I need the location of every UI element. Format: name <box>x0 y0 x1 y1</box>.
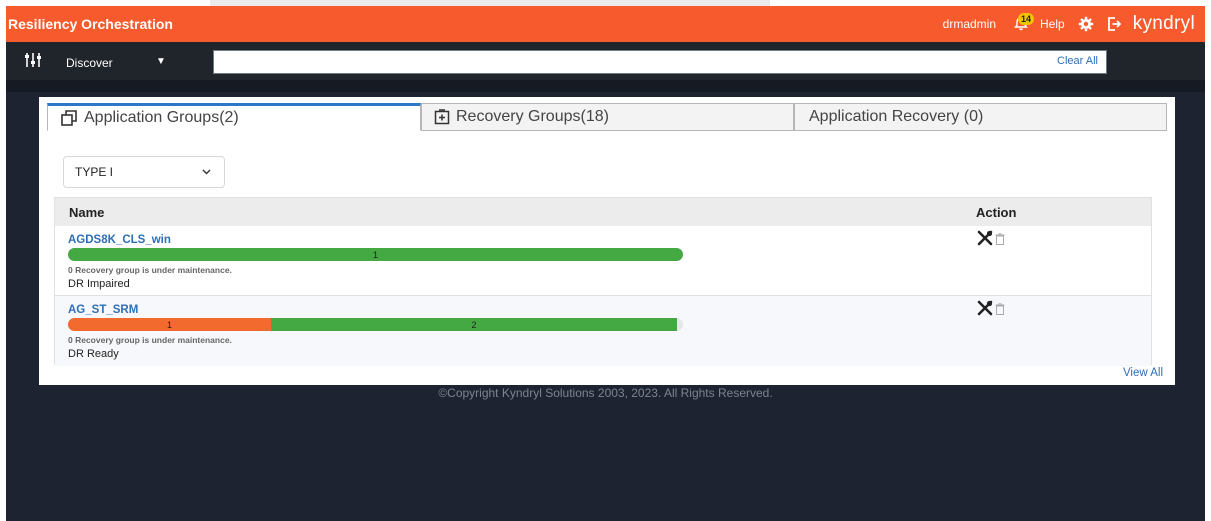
dr-status: DR Impaired <box>68 278 130 290</box>
notifications-button[interactable]: 14 <box>1010 13 1035 35</box>
type-select-value: TYPE I <box>75 165 114 179</box>
search-filter-input[interactable]: Clear All <box>213 50 1107 74</box>
app-window: Resiliency Orchestration drmadmin 14 Hel… <box>6 6 1205 521</box>
groups-table: Name Action AGDS8K_CLS_win 1 0 Recovery … <box>54 197 1152 366</box>
row-actions <box>977 300 1005 321</box>
bar-segment-green[interactable]: 2 <box>271 318 677 331</box>
tab-label: Application Groups(2) <box>84 109 239 126</box>
filter-toggle[interactable] <box>24 52 42 73</box>
header-actions: drmadmin 14 Help kyndryl <box>943 6 1205 42</box>
view-selector-label[interactable]: Discover <box>66 56 113 70</box>
groups-panel: Application Groups(2) Recovery Groups(18… <box>39 97 1175 385</box>
filter-sliders-icon <box>25 53 41 67</box>
table-row: AG_ST_SRM 1 2 0 Recovery group is under … <box>55 296 1151 366</box>
tab-application-recovery[interactable]: Application Recovery (0) <box>794 103 1167 131</box>
rg-status-bar: 1 <box>68 248 683 261</box>
kyndryl-logo: kyndryl <box>1132 13 1195 34</box>
group-name-link[interactable]: AGDS8K_CLS_win <box>68 234 171 246</box>
gear-icon <box>1078 16 1093 32</box>
tools-icon[interactable] <box>977 300 993 321</box>
trash-icon[interactable] <box>995 302 1005 320</box>
rg-status-bar: 1 2 <box>68 318 683 331</box>
help-link[interactable]: Help <box>1040 17 1065 31</box>
bar-segment-orange[interactable]: 1 <box>68 318 271 331</box>
filter-bar: Discover ▼ Clear All <box>6 42 1205 80</box>
username[interactable]: drmadmin <box>943 17 996 31</box>
notification-badge: 14 <box>1018 13 1035 25</box>
app-header: Resiliency Orchestration drmadmin 14 Hel… <box>6 6 1205 42</box>
tab-label: Application Recovery (0) <box>809 108 984 125</box>
trash-icon[interactable] <box>995 232 1005 250</box>
column-header-action: Action <box>976 205 1017 220</box>
divider-band <box>6 80 1205 92</box>
tab-recovery-groups[interactable]: Recovery Groups(18) <box>421 103 794 131</box>
bar-segment-green[interactable]: 1 <box>68 248 683 261</box>
maintenance-note: 0 Recovery group is under maintenance. <box>68 265 232 275</box>
chevron-down-icon <box>201 166 212 180</box>
logout-icon <box>1107 17 1121 31</box>
row-actions <box>977 230 1005 251</box>
copyright-footer: ©Copyright Kyndryl Solutions 2003, 2023.… <box>438 386 773 400</box>
column-header-name: Name <box>69 205 105 220</box>
dr-status: DR Ready <box>68 348 119 360</box>
tools-icon[interactable] <box>977 230 993 251</box>
logout-button[interactable] <box>1105 15 1123 33</box>
copy-icon <box>60 109 78 127</box>
caret-down-icon[interactable]: ▼ <box>156 56 166 67</box>
tab-bar: Application Groups(2) Recovery Groups(18… <box>47 103 1167 133</box>
settings-button[interactable] <box>1077 15 1095 33</box>
plus-box-icon <box>434 109 450 125</box>
clear-all-link[interactable]: Clear All <box>1057 55 1098 67</box>
maintenance-note: 0 Recovery group is under maintenance. <box>68 335 232 345</box>
table-header: Name Action <box>55 198 1151 226</box>
tab-application-groups[interactable]: Application Groups(2) <box>47 103 421 131</box>
group-name-link[interactable]: AG_ST_SRM <box>68 304 138 316</box>
app-title: Resiliency Orchestration <box>8 16 173 32</box>
table-row: AGDS8K_CLS_win 1 0 Recovery group is und… <box>55 226 1151 296</box>
type-select[interactable]: TYPE I <box>63 156 225 188</box>
view-all-link[interactable]: View All <box>1123 367 1163 379</box>
tab-label: Recovery Groups(18) <box>456 108 609 125</box>
